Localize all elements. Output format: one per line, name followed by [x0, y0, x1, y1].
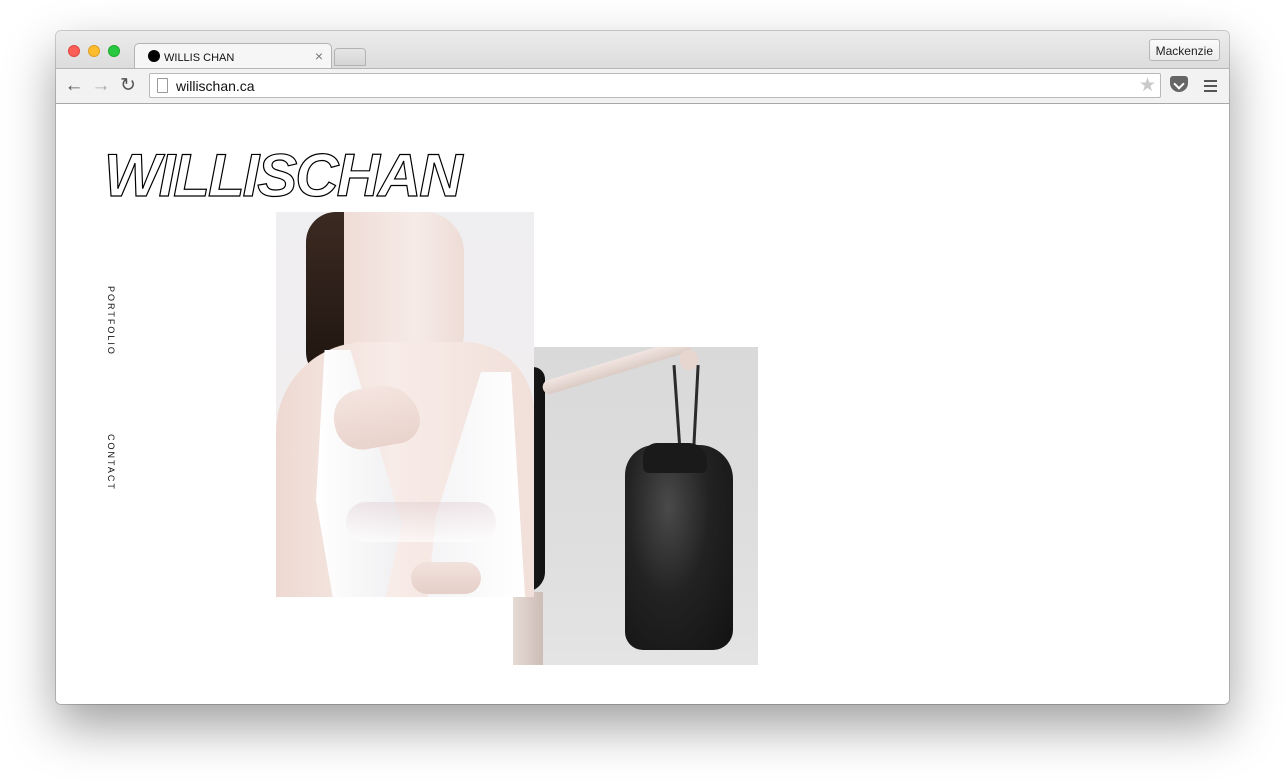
new-tab-button[interactable] [334, 48, 366, 66]
tab-title: WILLIS CHAN [164, 52, 235, 64]
portfolio-photo-jacket[interactable] [513, 347, 758, 665]
nav-portfolio-link[interactable]: PORTFOLIO [106, 286, 116, 356]
site-logo[interactable]: WILLISCHAN [103, 145, 463, 206]
photo-model-arm [540, 347, 694, 396]
page-icon [157, 78, 168, 93]
photo-model-hand [680, 350, 698, 370]
hamburger-menu-icon[interactable] [1204, 80, 1217, 92]
photo-leather-jacket [625, 445, 733, 650]
nav-contact-link[interactable]: CONTACT [106, 434, 116, 491]
portfolio-photo-harness[interactable] [276, 212, 534, 597]
photo-jacket-collar [643, 443, 707, 473]
browser-window: WILLIS CHAN × Mackenzie ← → ↻ willischan… [56, 31, 1229, 704]
favicon-icon [148, 50, 160, 62]
pocket-icon[interactable] [1170, 76, 1188, 92]
photo-clear-band [346, 502, 496, 542]
reload-icon[interactable]: ↻ [117, 75, 139, 97]
arrow-left-icon[interactable]: ← [63, 75, 85, 97]
photo-model-hand [411, 562, 481, 594]
browser-toolbar: ← → ↻ willischan.ca ★ [56, 68, 1229, 104]
tab-close-icon[interactable]: × [315, 48, 323, 64]
page-viewport: WILLISCHAN PORTFOLIO CONTACT [56, 104, 1229, 704]
browser-tab[interactable]: WILLIS CHAN × [134, 43, 332, 70]
maximize-window-button[interactable] [108, 45, 120, 57]
url-text[interactable]: willischan.ca [176, 78, 255, 94]
arrow-right-icon[interactable]: → [90, 75, 112, 97]
profile-button[interactable]: Mackenzie [1148, 39, 1220, 61]
minimize-window-button[interactable] [88, 45, 100, 57]
close-window-button[interactable] [68, 45, 80, 57]
title-bar: WILLIS CHAN × Mackenzie [56, 31, 1229, 70]
photo-model-legs [513, 592, 543, 665]
star-icon[interactable]: ★ [1139, 75, 1156, 96]
address-bar[interactable]: willischan.ca ★ [149, 73, 1161, 98]
